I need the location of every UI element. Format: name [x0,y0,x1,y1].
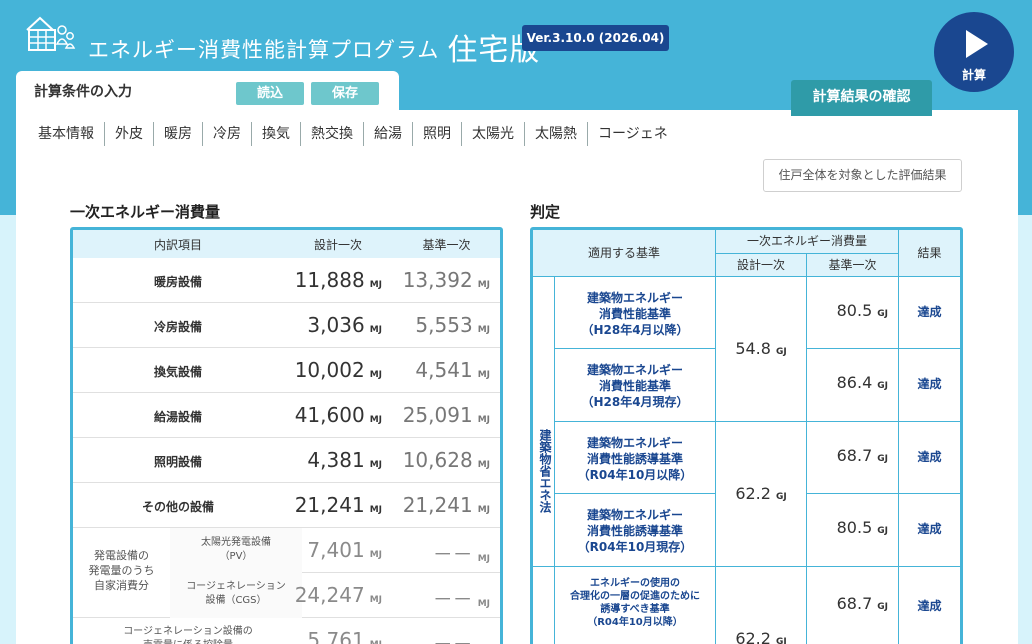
calculate-label: 計算 [961,68,986,82]
base-value: 10,628 MJ [402,448,490,472]
nav-item-lighting[interactable]: 照明 [412,122,461,146]
standard-label: 建築物エネルギー 消費性能基準 （H28年4月以降） [555,277,716,349]
judge-section-title: 判定 [530,203,561,221]
base-value-gj: 80.5 GJ [807,494,899,567]
nav-item-cooling[interactable]: 冷房 [202,122,251,146]
category-nav: 基本情報 外皮 暖房 冷房 換気 熱交換 給湯 照明 太陽光 太陽熱 コージェネ [28,122,678,146]
nav-item-hot-water[interactable]: 給湯 [363,122,412,146]
pv-design-value: 7,401 MJ [307,538,382,562]
load-button[interactable]: 読込 [236,82,304,105]
version-badge: Ver.3.10.0 (2026.04) [522,25,669,51]
row-label: 冷房設備 [153,320,202,334]
design-value: 3,036 MJ [307,313,382,337]
table-row: 給湯設備 41,600 MJ 25,091 MJ [73,393,500,438]
row-label: 照明設備 [153,455,202,469]
result-badge: 達成 [899,277,960,349]
table-row: 冷房設備 3,036 MJ 5,553 MJ [73,303,500,348]
row-label: 給湯設備 [153,410,202,424]
nav-item-envelope[interactable]: 外皮 [104,122,153,146]
base-value-gj: 86.4 GJ [807,349,899,422]
cgs-deduction-base: －－MJ [432,632,473,644]
nav-item-solar-thermal[interactable]: 太陽熱 [524,122,587,146]
whole-unit-eval-button[interactable]: 住戸全体を対象とした評価結果 [763,159,962,192]
tab-check-results[interactable]: 計算結果の確認 [791,80,932,116]
cgs-label: コージェネレーション 設備（CGS） [170,573,302,618]
base-value: 4,541 MJ [415,358,490,382]
tab-input-conditions[interactable]: 計算条件の入力 読込 保存 [16,71,399,116]
save-button[interactable]: 保存 [311,82,379,105]
table-row: 暖房設備 11,888 MJ 13,392 MJ [73,258,500,303]
standard-label: 建築物エネルギー 消費性能誘導基準 （R04年10月現存） [555,494,716,567]
group-building-law: 建築物省エネ法 [533,277,555,567]
head-result: 結果 [899,230,960,277]
nav-item-heating[interactable]: 暖房 [153,122,202,146]
tab-input-label: 計算条件の入力 [34,84,132,100]
nav-item-basic-info[interactable]: 基本情報 [28,122,104,146]
result-badge: 達成 [899,422,960,494]
nav-item-heat-exchange[interactable]: 熱交換 [300,122,363,146]
nav-item-solar-pv[interactable]: 太陽光 [461,122,524,146]
base-value: 13,392 MJ [402,268,490,292]
pv-base-value: －－ MJ [432,542,490,566]
play-icon [966,30,988,58]
judge-table: 適用する基準 一次エネルギー消費量 設計一次 基準一次 結果 建築物省エネ法 エ… [530,227,963,644]
design-value: 41,600 MJ [294,403,382,427]
standard-label: 建築物エネルギー 消費性能誘導基準 （R04年10月以降） [555,422,716,494]
standard-label: エネルギーの使用の 合理化の一層の促進のために 誘導すべき基準 （R04年10月… [555,567,716,644]
result-badge: 達成 [899,349,960,422]
base-value: 5,553 MJ [415,313,490,337]
col-header-base: 基準一次 [422,238,471,252]
cgs-design-value: 24,247 MJ [294,583,382,607]
table-row: 照明設備 4,381 MJ 10,628 MJ [73,438,500,483]
design-value: 21,241 MJ [294,493,382,517]
cgs-base-value: －－ MJ [432,587,490,611]
cgs-deduction-design: 5,761MJ [307,628,382,644]
col-header-design: 設計一次 [313,238,362,252]
calculate-button[interactable]: 計算 [934,12,1014,92]
design-value: 10,002 MJ [294,358,382,382]
design-value: 4,381 MJ [307,448,382,472]
base-value-gj: 68.7 GJ [807,422,899,494]
row-label: 暖房設備 [153,275,202,289]
app-title: エネルギー消費性能計算プログラム 住宅版 [88,22,540,68]
pv-label: 太陽光発電設備 （PV） [170,528,302,573]
result-badge: 達成 [899,494,960,567]
base-value: 25,091 MJ [402,403,490,427]
cgs-deduction-label: コージェネレーション設備の 売電量に係る控除量 [123,626,253,644]
design-value-gj: 54.8 GJ [716,277,807,422]
base-value: 21,241 MJ [402,493,490,517]
head-design: 設計一次 [716,254,807,277]
table-row: その他の設備 21,241 MJ 21,241 MJ [73,483,500,528]
nav-item-ventilation[interactable]: 換気 [251,122,300,146]
standard-label: 建築物エネルギー 消費性能基準 （H28年4月現存） [555,349,716,422]
row-label: 換気設備 [153,365,202,379]
nav-item-cogeneration[interactable]: コージェネ [587,122,678,146]
head-primary-energy: 一次エネルギー消費量 [716,230,899,254]
group-energy-law: エ [533,567,555,644]
table-row: 換気設備 10,002 MJ 4,541 MJ [73,348,500,393]
base-value-gj: 68.7 GJ [807,567,899,644]
design-value: 11,888 MJ [294,268,382,292]
energy-section-title: 一次エネルギー消費量 [70,203,221,221]
col-header-item: 内訳項目 [153,238,202,252]
head-base: 基準一次 [807,254,899,277]
design-value-gj: 62.2 GJ [716,422,807,567]
app-title-main: エネルギー消費性能計算プログラム [88,38,440,62]
base-value-gj: 80.5 GJ [807,277,899,349]
house-logo-icon [26,16,76,51]
head-standard: 適用する基準 [533,230,716,277]
result-badge: 達成 [899,567,960,644]
design-value-gj: 62.2 GJ [716,567,807,644]
energy-table: 内訳項目 設計一次 基準一次 暖房設備 11,888 MJ 13,392 MJ 冷房… [70,227,503,644]
energy-table-header: 内訳項目 設計一次 基準一次 [73,230,500,258]
row-label: その他の設備 [141,500,214,514]
